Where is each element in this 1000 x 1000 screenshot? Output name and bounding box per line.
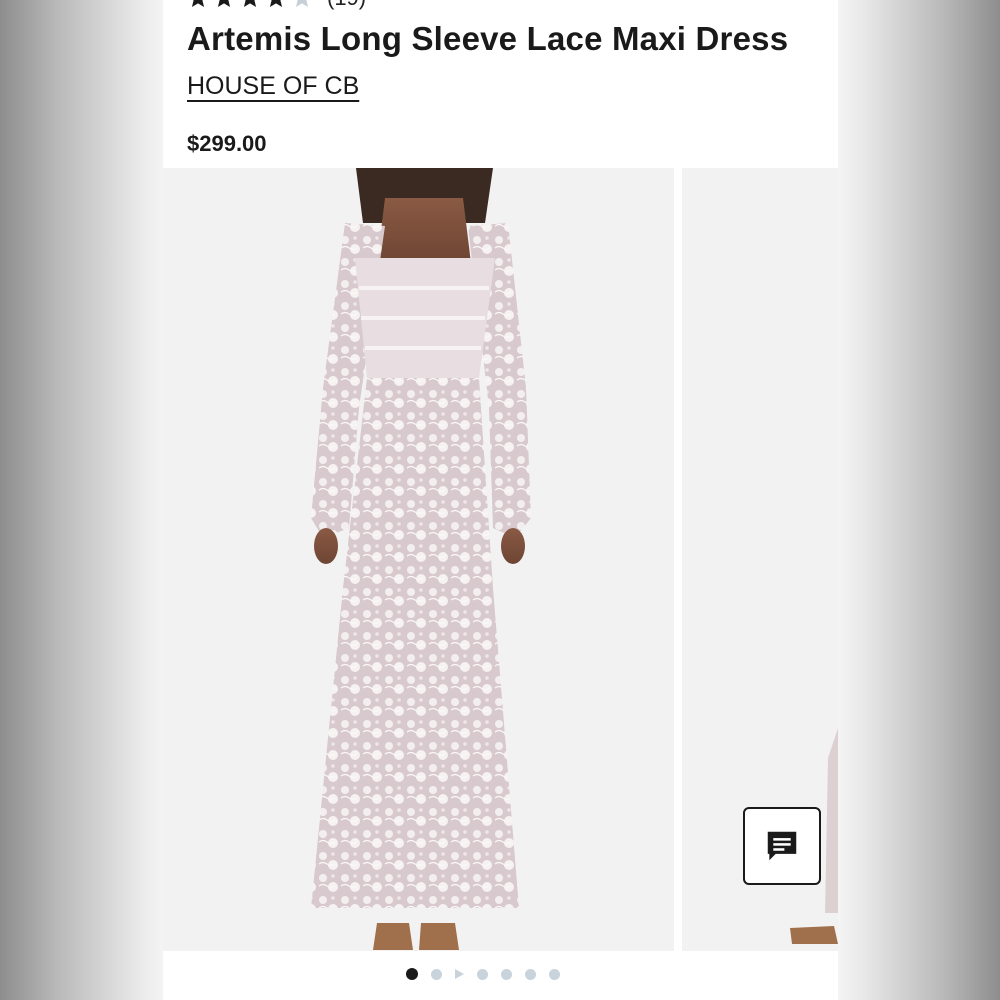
- pagination-dot[interactable]: [501, 968, 512, 980]
- star-icon: [243, 0, 257, 7]
- product-page: (19) Artemis Long Sleeve Lace Maxi Dress…: [163, 0, 838, 1000]
- star-rating[interactable]: (19): [187, 0, 366, 10]
- carousel-pagination[interactable]: [406, 967, 560, 981]
- chat-bubble-icon: [767, 831, 797, 861]
- product-photo-main[interactable]: [163, 168, 674, 951]
- star-icon: [217, 0, 231, 7]
- image-carousel[interactable]: [163, 168, 838, 951]
- star-icon: [191, 0, 205, 7]
- pagination-dot[interactable]: [525, 968, 536, 980]
- brand-link[interactable]: HOUSE OF CB: [187, 72, 359, 101]
- product-price: $299.00: [187, 131, 267, 156]
- background-blur-left: [0, 0, 163, 1000]
- star-icon: [269, 0, 283, 7]
- video-play-icon[interactable]: [455, 969, 464, 979]
- chat-button[interactable]: [743, 807, 821, 885]
- star-empty-icon: [295, 0, 309, 7]
- background-blur-right: [838, 0, 1000, 1000]
- pagination-dot-active[interactable]: [406, 968, 418, 980]
- review-count[interactable]: (19): [327, 0, 366, 11]
- model-in-lace-dress-image: [163, 168, 674, 951]
- pagination-dot[interactable]: [549, 968, 560, 980]
- pagination-dot[interactable]: [431, 968, 442, 980]
- pagination-dot[interactable]: [477, 968, 488, 980]
- product-title: Artemis Long Sleeve Lace Maxi Dress: [187, 20, 789, 57]
